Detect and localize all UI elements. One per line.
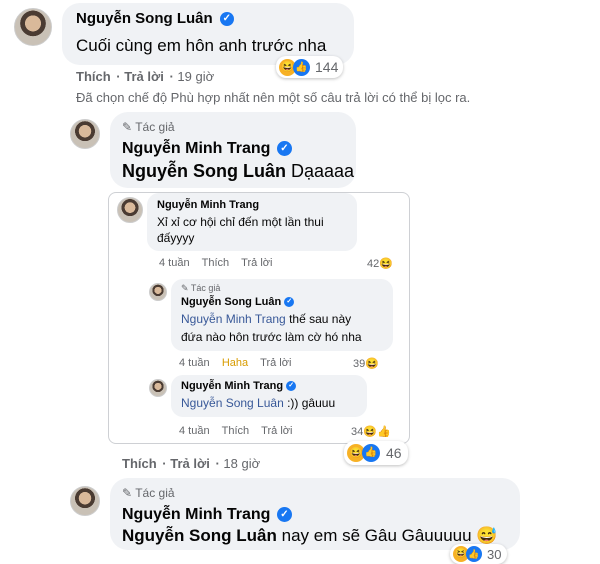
verified-badge-icon: ✓: [286, 381, 297, 392]
comment-text: Cuối cùng em hôn anh trước nha: [76, 36, 327, 55]
comment-text-line1: Nguyễn Minh Trang thế sau này: [181, 312, 351, 326]
timestamp: 4 tuần: [159, 257, 190, 269]
pen-icon: ✎: [122, 120, 133, 134]
like-link[interactable]: Thích: [76, 69, 111, 84]
reply-link: Trả lời: [261, 425, 293, 437]
reaction-summary[interactable]: 😆 👍 30: [450, 544, 508, 564]
like-reaction-icon: 👍: [376, 426, 391, 438]
reaction-summary: 42😆: [367, 257, 393, 270]
reaction-count: 42: [367, 258, 380, 270]
verified-badge-icon: ✓: [284, 297, 295, 308]
comment-body: thế sau này: [289, 312, 352, 326]
reply-bubble: ✎ Tác giả Nguyễn Minh Trang ✓ Nguyễn Son…: [110, 112, 356, 188]
reaction-summary[interactable]: 😆 👍 144: [276, 56, 344, 78]
like-reaction-icon: 👍: [362, 444, 380, 462]
comment-bubble: ✎ Tác giả Nguyễn Song Luân ✓ Nguyễn Minh…: [171, 279, 393, 351]
comment-author: Nguyễn Minh Trang: [157, 199, 260, 211]
author-name[interactable]: Nguyễn Minh Trang: [122, 506, 270, 523]
haha-reaction-icon: 😆: [365, 358, 379, 370]
author-label-text: Tác giả: [135, 120, 175, 134]
avatar: [149, 283, 167, 301]
verified-badge-icon: ✓: [219, 12, 234, 27]
reply-text: Nguyễn Song Luân nay em sẽ Gâu Gâuuuuu 😅: [122, 526, 498, 546]
comment-text: Nguyễn Song Luân :)) gâuuu: [181, 396, 335, 410]
reply-author[interactable]: Nguyễn Minh Trang ✓: [122, 506, 292, 524]
reply-body: Dạaaaa: [291, 161, 355, 181]
comment-text-line2: đấyyyy: [157, 231, 195, 245]
author-name[interactable]: Nguyễn Song Luân: [76, 10, 213, 27]
author-label: ✎ Tác giả: [122, 120, 175, 134]
avatar: [149, 379, 167, 397]
avatar[interactable]: [14, 8, 52, 46]
reaction-summary: 34😆👍: [351, 425, 391, 438]
comment-bubble: Nguyễn Minh Trang Xỉ xỉ cơ hội chỉ đến m…: [147, 193, 357, 251]
pen-icon: ✎: [181, 283, 189, 293]
reply-link[interactable]: Trả lời: [124, 69, 164, 84]
pen-icon: ✎: [122, 486, 133, 500]
comment-text-line1: Xỉ xỉ cơ hội chỉ đến một lần thui: [157, 215, 324, 229]
haha-reaction-icon: 😆: [363, 426, 377, 438]
comment-author: Nguyễn Song Luân ✓: [181, 296, 295, 308]
like-link: Thích: [221, 425, 250, 437]
comment-body: :)) gâuuu: [287, 396, 336, 410]
comment-author: Nguyễn Minh Trang ✓: [181, 380, 297, 392]
verified-badge-icon: ✓: [276, 507, 292, 523]
grin-emoji-icon: 😅: [476, 526, 498, 545]
author-label-text: Tác giả: [135, 486, 175, 500]
haha-link: Haha: [221, 357, 249, 369]
comment-actions: 4 tuần Haha Trả lời: [179, 357, 291, 369]
mention[interactable]: Nguyễn Song Luân: [122, 161, 286, 181]
reaction-summary: 39😆: [353, 357, 379, 370]
comment-bubble: Nguyễn Minh Trang ✓ Nguyễn Song Luân :))…: [171, 375, 367, 417]
timestamp[interactable]: 18 giờ: [223, 456, 260, 471]
avatar[interactable]: [70, 119, 100, 149]
reply-actions: Thích · Trả lời · 18 giờ: [122, 456, 261, 471]
reply-link: Trả lời: [260, 357, 292, 369]
reply-bubble: ✎ Tác giả Nguyễn Minh Trang ✓ Nguyễn Son…: [110, 478, 520, 550]
reaction-count: 30: [487, 546, 502, 562]
author-name: Nguyễn Minh Trang: [181, 380, 284, 392]
avatar: [117, 197, 143, 223]
filter-notice: Đã chọn chế độ Phù hợp nhất nên một số c…: [76, 90, 471, 105]
comment-actions: 4 tuần Thích Trả lời: [159, 257, 272, 269]
reaction-count: 144: [315, 59, 339, 75]
comment-actions: 4 tuần Thích Trả lời: [179, 425, 292, 437]
like-link: Thích: [201, 257, 230, 269]
author-label: ✎ Tác giả: [122, 486, 175, 500]
like-link[interactable]: Thích: [122, 456, 157, 471]
mention: Nguyễn Song Luân: [181, 396, 284, 410]
shared-comment-screenshot: Nguyễn Minh Trang Xỉ xỉ cơ hội chỉ đến m…: [108, 192, 410, 444]
reaction-count: 39: [353, 358, 366, 370]
verified-badge-icon: ✓: [276, 141, 292, 157]
reaction-count: 46: [386, 445, 402, 461]
author-label-text: Tác giả: [190, 283, 221, 293]
author-name: Nguyễn Song Luân: [181, 296, 282, 308]
comment-text-line2: đứa nào hôn trước làm cờ hó nha: [181, 330, 362, 344]
reply-body: nay em sẽ Gâu Gâuuuuu: [281, 526, 472, 545]
timestamp: 4 tuần: [179, 357, 210, 369]
reply-author[interactable]: Nguyễn Minh Trang ✓: [122, 140, 292, 158]
comment-author[interactable]: Nguyễn Song Luân ✓: [76, 10, 234, 27]
author-label: ✎ Tác giả: [181, 283, 220, 294]
like-reaction-icon: 👍: [293, 58, 310, 76]
reaction-count: 34: [351, 426, 364, 438]
reaction-summary[interactable]: 😆 👍 46: [344, 441, 408, 465]
timestamp: 4 tuần: [179, 425, 210, 437]
like-reaction-icon: 👍: [466, 546, 482, 562]
haha-reaction-icon: 😆: [379, 258, 393, 270]
comment-actions: Thích · Trả lời · 19 giờ: [76, 69, 215, 84]
avatar[interactable]: [70, 486, 100, 516]
reply-text: Nguyễn Song Luân Dạaaaa: [122, 161, 354, 182]
author-name[interactable]: Nguyễn Minh Trang: [122, 140, 270, 157]
timestamp[interactable]: 19 giờ: [177, 69, 214, 84]
mention: Nguyễn Minh Trang: [181, 312, 286, 326]
mention[interactable]: Nguyễn Song Luân: [122, 526, 277, 545]
reply-link: Trả lời: [241, 257, 273, 269]
reply-link[interactable]: Trả lời: [170, 456, 210, 471]
